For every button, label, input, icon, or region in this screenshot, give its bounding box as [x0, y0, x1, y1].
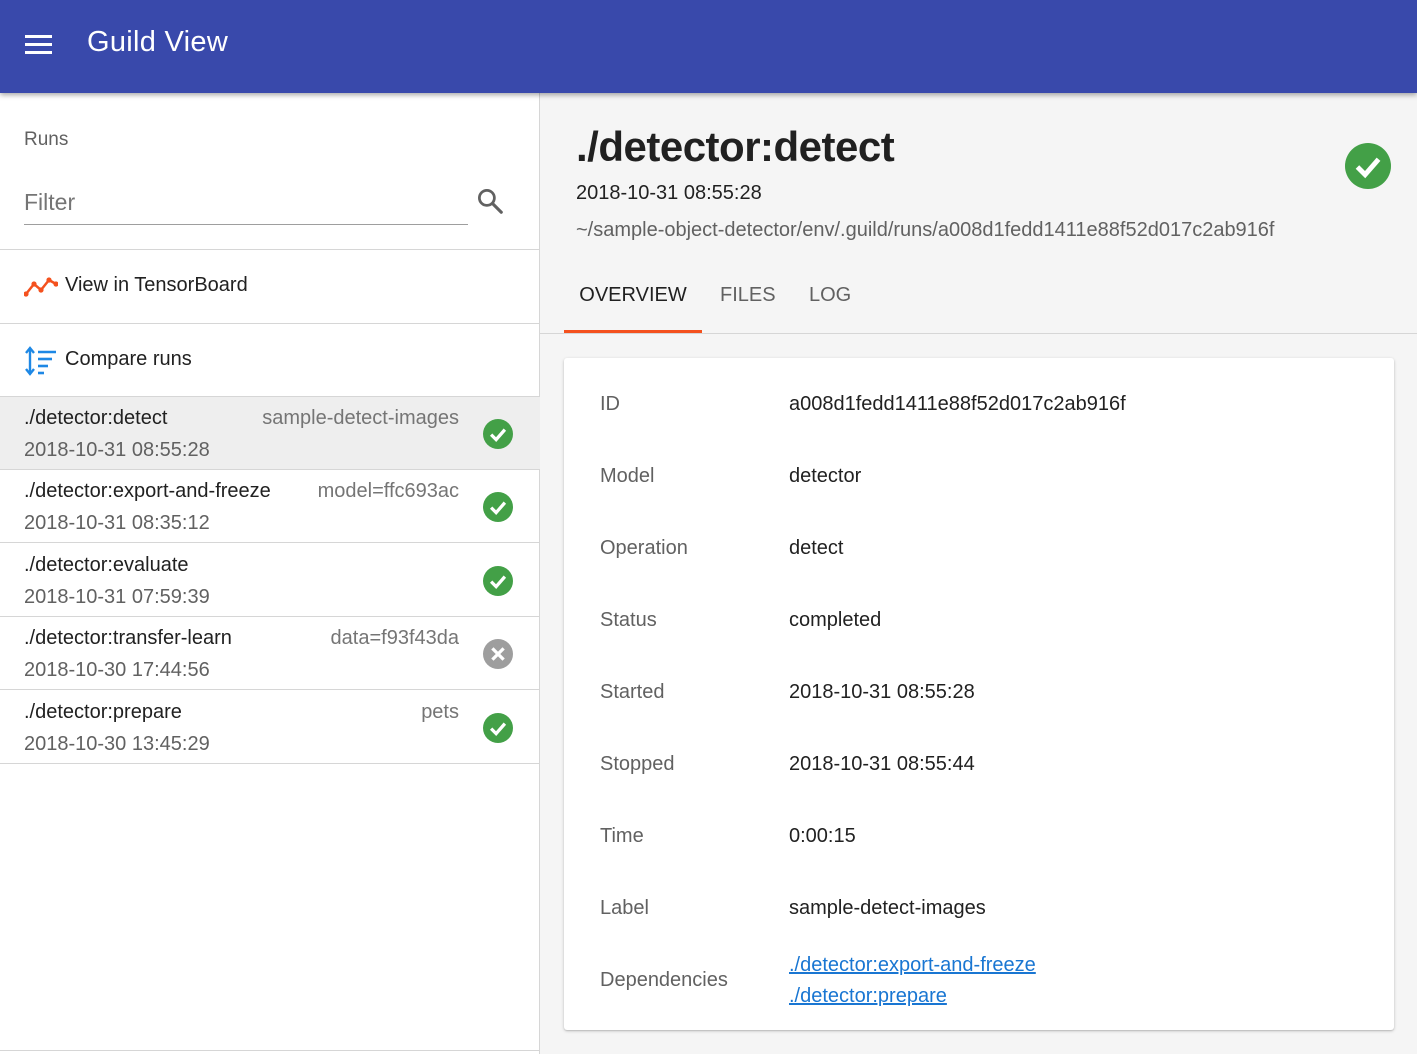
- app-title: Guild View: [87, 26, 229, 58]
- app-bar: Guild View: [0, 0, 1417, 93]
- field-label: Time: [600, 825, 644, 847]
- check-circle-icon: [1345, 143, 1391, 189]
- field-value: completed: [789, 609, 882, 631]
- view-in-tensorboard-label: View in TensorBoard: [65, 274, 248, 296]
- cancel-circle-icon: [483, 639, 513, 669]
- run-item[interactable]: ./detector:transfer-learn data=f93f43da …: [0, 617, 540, 690]
- page-title: ./detector:detect: [576, 123, 895, 170]
- run-date: 2018-10-31 08:35:12: [24, 512, 210, 534]
- field-label: Label: [600, 897, 649, 919]
- dependency-link[interactable]: ./detector:prepare: [789, 985, 947, 1008]
- tab-overview[interactable]: OVERVIEW: [564, 271, 702, 333]
- compare-runs-button[interactable]: Compare runs: [0, 324, 540, 397]
- run-header: ./detector:detect 2018-10-31 08:55:28 ~/…: [540, 93, 1417, 333]
- divider: [0, 1050, 540, 1051]
- run-item[interactable]: ./detector:evaluate 2018-10-31 07:59:39: [0, 544, 540, 617]
- overview-row: Model detector: [564, 442, 1394, 514]
- run-date: 2018-10-31 08:55:28: [24, 439, 210, 461]
- overview-row: Stopped 2018-10-31 08:55:44: [564, 730, 1394, 802]
- run-path: ~/sample-object-detector/env/.guild/runs…: [576, 219, 1275, 241]
- field-value: 0:00:15: [789, 825, 856, 847]
- overview-row: Label sample-detect-images: [564, 874, 1394, 946]
- run-name: ./detector:export-and-freeze: [24, 480, 271, 502]
- field-label: ID: [600, 393, 620, 415]
- compare-runs-label: Compare runs: [65, 348, 192, 370]
- compare-icon: [25, 346, 56, 376]
- run-label: data=f93f43da: [330, 627, 459, 649]
- run-started-date: 2018-10-31 08:55:28: [576, 182, 762, 204]
- run-name: ./detector:transfer-learn: [24, 627, 232, 649]
- field-value: detector: [789, 465, 862, 487]
- divider: [540, 333, 1417, 334]
- field-value: detect: [789, 537, 844, 559]
- overview-row: Started 2018-10-31 08:55:28: [564, 658, 1394, 730]
- main-panel: ./detector:detect 2018-10-31 08:55:28 ~/…: [540, 93, 1417, 1054]
- filter-input[interactable]: [24, 181, 468, 223]
- overview-row: Status completed: [564, 586, 1394, 658]
- sidebar: Runs View in TensorBoard Compare ru: [0, 93, 540, 1054]
- field-label: Dependencies: [600, 969, 728, 991]
- tab-log[interactable]: LOG: [809, 271, 851, 333]
- check-circle-icon: [483, 713, 513, 743]
- run-name: ./detector:detect: [24, 407, 168, 429]
- field-label: Status: [600, 609, 657, 631]
- run-date: 2018-10-30 17:44:56: [24, 659, 210, 681]
- field-label: Operation: [600, 537, 688, 559]
- overview-row: Time 0:00:15: [564, 802, 1394, 874]
- check-circle-icon: [483, 566, 513, 596]
- check-circle-icon: [483, 419, 513, 449]
- run-item[interactable]: ./detector:prepare pets 2018-10-30 13:45…: [0, 691, 540, 764]
- field-value: a008d1fedd1411e88f52d017c2ab916f: [789, 393, 1126, 415]
- filter-field: [24, 181, 468, 225]
- run-item[interactable]: ./detector:detect sample-detect-images 2…: [0, 397, 540, 470]
- run-name: ./detector:prepare: [24, 701, 182, 723]
- overview-row: Operation detect: [564, 514, 1394, 586]
- run-date: 2018-10-31 07:59:39: [24, 586, 210, 608]
- field-label: Model: [600, 465, 655, 487]
- overview-row: Dependencies ./detector:export-and-freez…: [564, 946, 1394, 1030]
- view-in-tensorboard-button[interactable]: View in TensorBoard: [0, 250, 540, 323]
- run-label: model=ffc693ac: [317, 480, 459, 502]
- run-label: sample-detect-images: [262, 407, 459, 429]
- dependency-link[interactable]: ./detector:export-and-freeze: [789, 954, 1036, 977]
- tab-files[interactable]: FILES: [720, 271, 776, 333]
- field-value: 2018-10-31 08:55:44: [789, 753, 975, 775]
- check-circle-icon: [483, 492, 513, 522]
- search-icon[interactable]: [475, 186, 505, 216]
- run-item[interactable]: ./detector:export-and-freeze model=ffc69…: [0, 470, 540, 543]
- tensorboard-icon: [24, 277, 58, 297]
- run-name: ./detector:evaluate: [24, 554, 189, 576]
- menu-icon[interactable]: [20, 26, 58, 64]
- field-label: Started: [600, 681, 665, 703]
- overview-card: ID a008d1fedd1411e88f52d017c2ab916f Mode…: [564, 358, 1394, 1030]
- field-value: 2018-10-31 08:55:28: [789, 681, 975, 703]
- run-date: 2018-10-30 13:45:29: [24, 733, 210, 755]
- field-value: sample-detect-images: [789, 897, 986, 919]
- field-label: Stopped: [600, 753, 675, 775]
- runs-label: Runs: [24, 129, 69, 150]
- overview-row: ID a008d1fedd1411e88f52d017c2ab916f: [564, 370, 1394, 442]
- run-label: pets: [421, 701, 459, 723]
